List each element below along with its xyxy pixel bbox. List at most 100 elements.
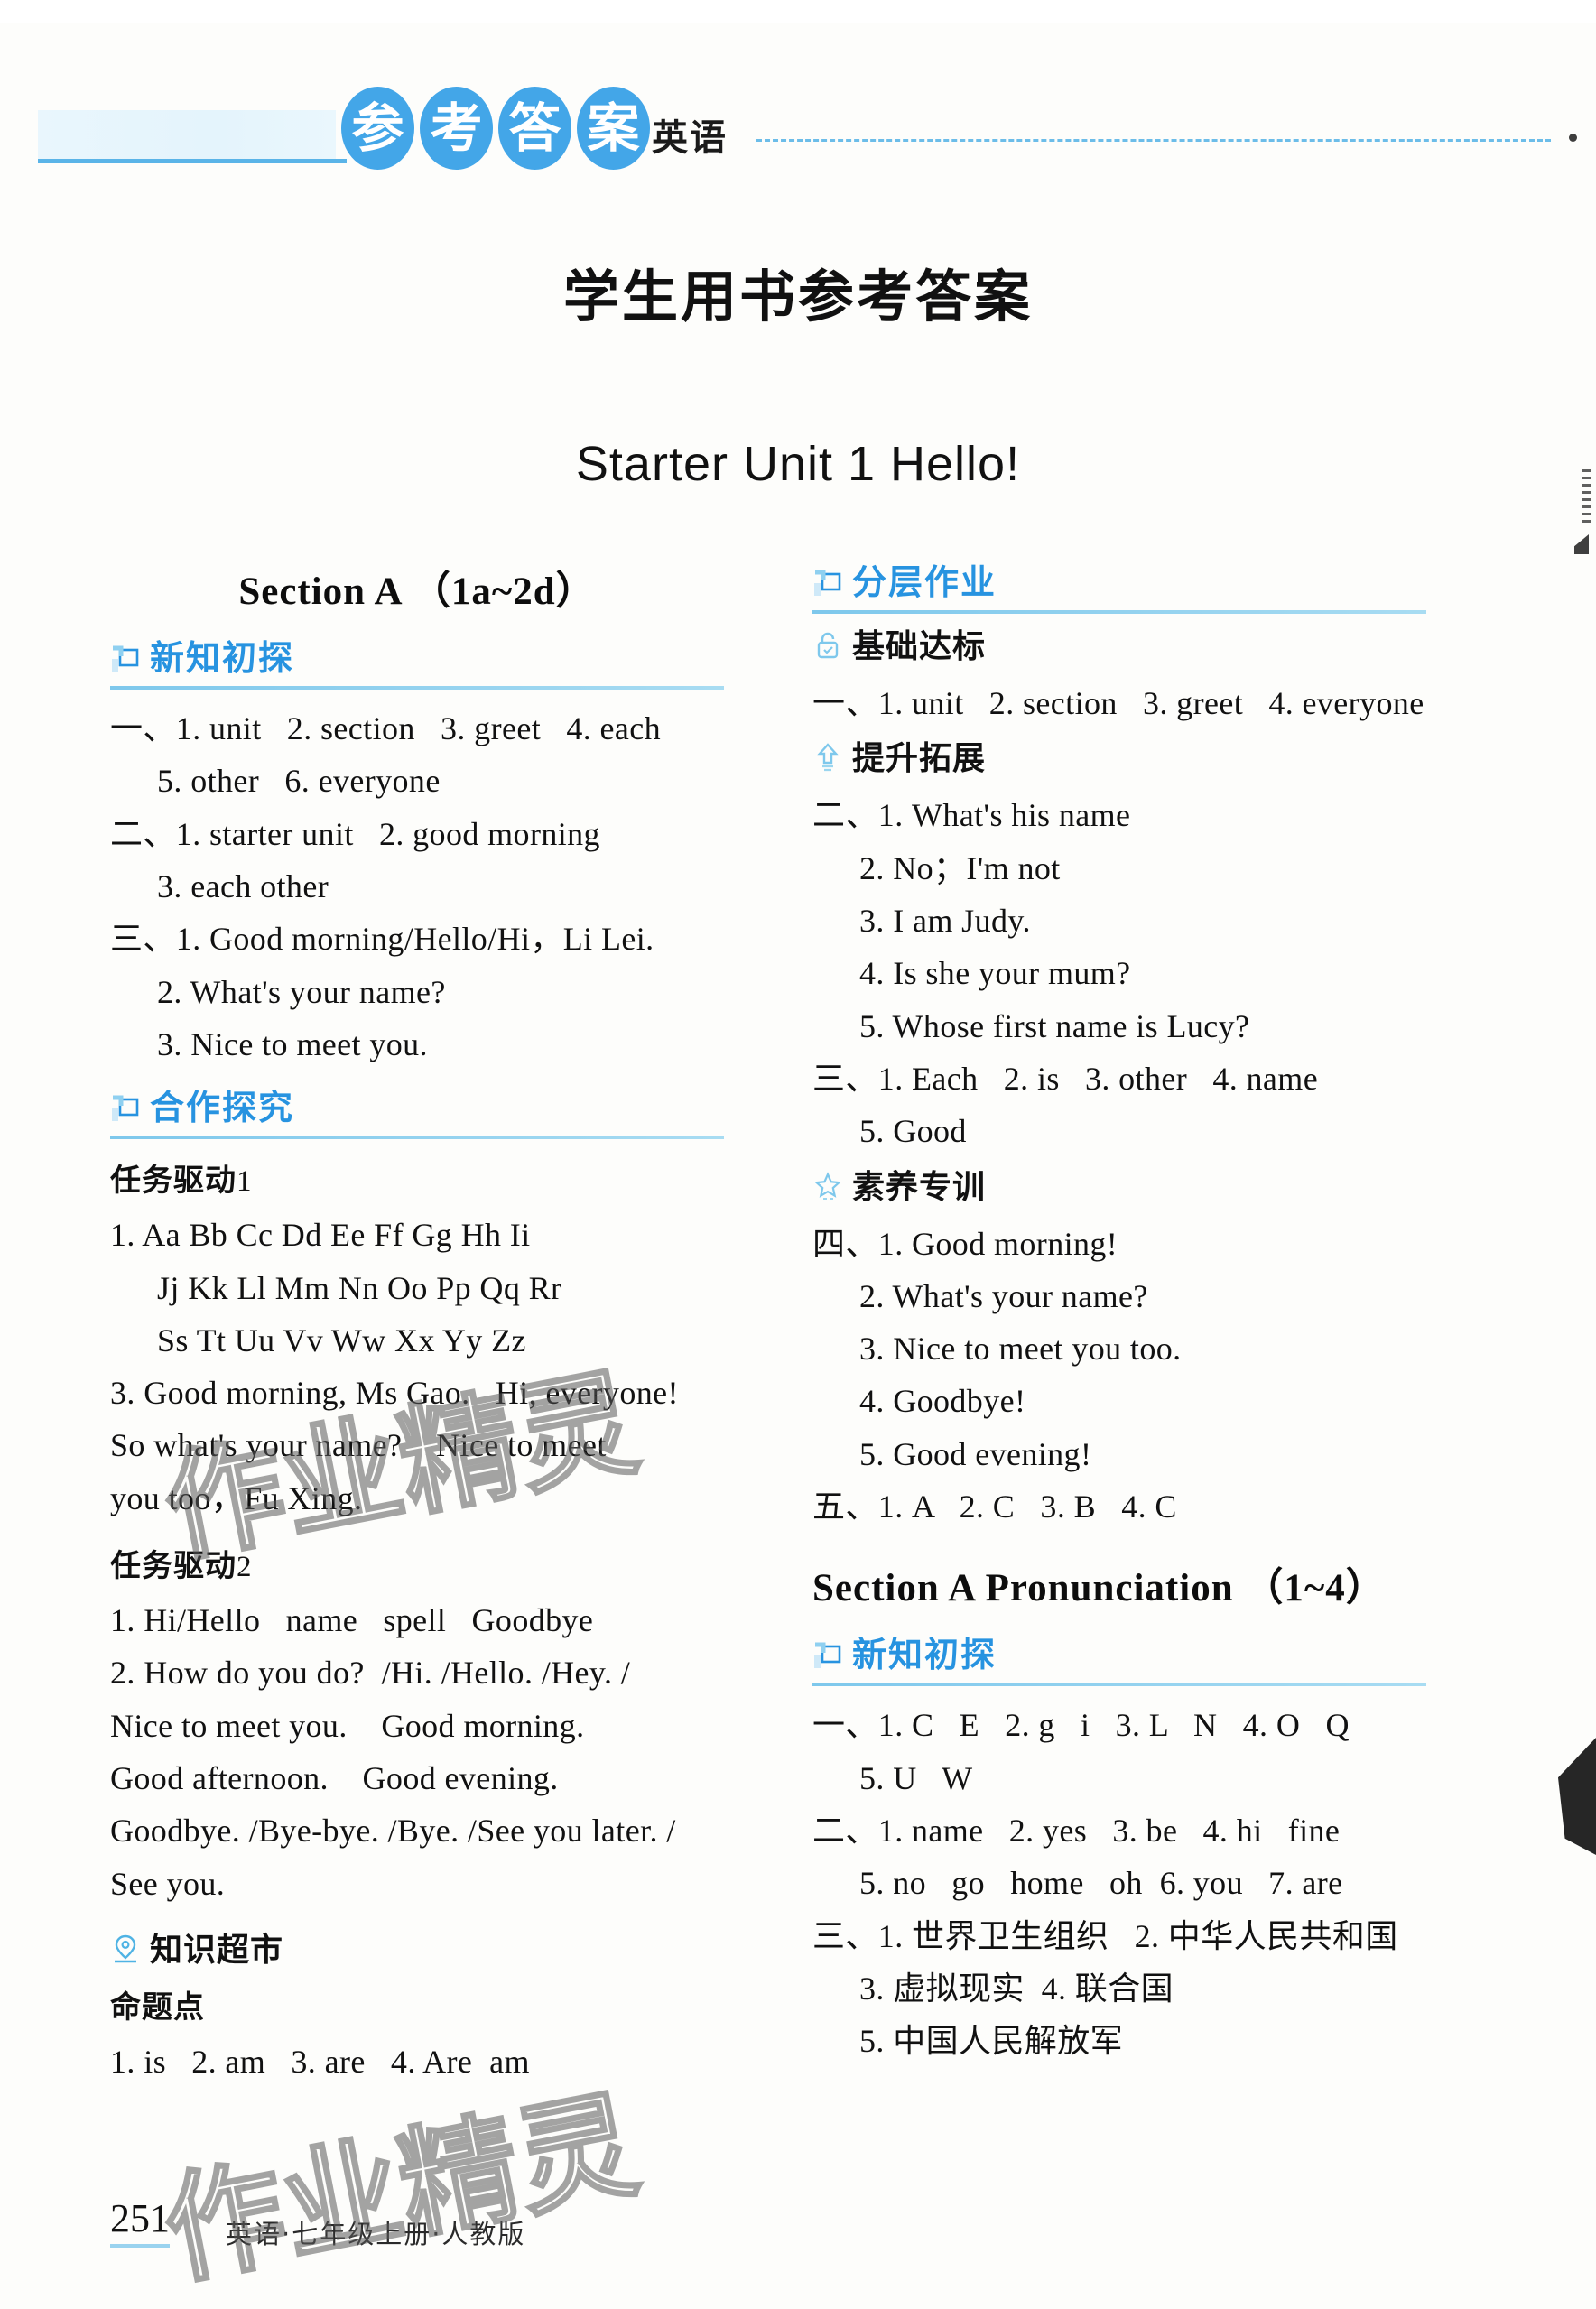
answer-line: 4. Is she your mum? <box>859 955 1131 992</box>
page-number-rule <box>110 2244 170 2248</box>
banner-underline <box>110 1136 724 1140</box>
answer-line: 1. is 2. am 3. are 4. Are am <box>110 2043 530 2080</box>
masthead-gradient-bar <box>38 110 336 159</box>
answer-line: 5. Good evening! <box>859 1435 1092 1472</box>
answer-line: So what's your name? Nice to meet <box>110 1427 607 1464</box>
answer-line: 5. 中国人民解放军 <box>859 2023 1124 2060</box>
banner-tiered-homework: 分层作业 <box>812 560 1426 614</box>
answer-line: 三、1. 世界卫生组织 2. 中华人民共和国 <box>812 1917 1398 1954</box>
answer-line: 二、1. starter unit 2. good morning <box>110 815 600 852</box>
right-section-heading: Section A Pronunciation （1~4） <box>812 1567 1386 1610</box>
banner-new-knowledge-2: 新知初探 <box>812 1632 1426 1687</box>
footer-note: 英语·七年级上册·人教版 <box>226 2219 526 2249</box>
answer-line: Goodbye. /Bye-bye. /Bye. /See you later.… <box>110 1813 676 1850</box>
answer-line: 二、1. What's his name <box>812 797 1131 834</box>
banner-label: 新知初探 <box>150 638 295 678</box>
banner-underline <box>110 686 724 690</box>
answer-line: 三、1. Each 2. is 3. other 4. name <box>812 1060 1319 1097</box>
masthead: 参 考 答 案 英语 <box>0 87 1596 213</box>
task-label-2: 任务驱动2 <box>110 1541 724 1585</box>
answer-line: 3. Nice to meet you. <box>157 1025 428 1062</box>
answer-line: 四、1. Good morning! <box>812 1225 1118 1262</box>
answer-line: 三、1. Good morning/Hello/Hi，Li Lei. <box>110 921 654 958</box>
masthead-rule <box>38 159 347 163</box>
task-label-text: 任务驱动 <box>110 1163 237 1200</box>
location-pin-icon <box>112 1933 139 1964</box>
answer-line: 1. Aa Bb Cc Dd Ee Ff Gg Hh Ii <box>110 1217 531 1254</box>
top-margin <box>0 0 1596 23</box>
answer-line: 一、1. unit 2. section 3. greet 4. each <box>110 710 662 746</box>
left-column: Section A （1a~2d） 新知初探 一、1. unit 2. sect… <box>110 560 724 2088</box>
answer-line: 3. Good morning, Ms Gao. Hi, everyone! <box>110 1375 679 1412</box>
answer-line: 3. I am Judy. <box>859 902 1031 939</box>
banner-underline <box>812 1683 1426 1687</box>
banner-label: 合作探究 <box>150 1088 295 1128</box>
banner-underline <box>812 610 1426 614</box>
banner-label: 新知初探 <box>852 1635 998 1675</box>
answer-line: you too，Fu Xing. <box>110 1479 363 1516</box>
answer-line: 5. Good <box>859 1113 967 1150</box>
answer-line: Good afternoon. Good evening. <box>110 1760 559 1796</box>
answer-line: 2. What's your name? <box>859 1277 1148 1314</box>
answer-line: 2. What's your name? <box>157 973 446 1010</box>
answer-line: Jj Kk Ll Mm Nn Oo Pp Qq Rr <box>157 1269 562 1306</box>
page-number: 251 <box>110 2196 170 2240</box>
masthead-dashed-line <box>756 139 1551 142</box>
answer-line: 1. Hi/Hello name spell Goodbye <box>110 1602 594 1639</box>
subhead-knowledge-market: 知识超市 <box>110 1930 724 1975</box>
answer-line: 五、1. A 2. C 3. B 4. C <box>812 1488 1177 1525</box>
task-label-number: 2 <box>237 1551 253 1584</box>
scan-artifact <box>1582 469 1591 524</box>
subhead-label: 提升拓展 <box>852 740 987 778</box>
bubble-char-3: 答 <box>498 87 571 170</box>
subhead-label: 知识超市 <box>150 1931 284 1969</box>
task-label-number: 1 <box>237 1165 253 1199</box>
right-column: 分层作业 基础达标 一、1. unit 2. section 3. greet … <box>812 560 1426 2068</box>
banner-new-knowledge: 新知初探 <box>110 635 724 690</box>
answer-line: 5. other 6. everyone <box>157 763 441 800</box>
masthead-end-dot <box>1569 134 1577 142</box>
bookmark-icon <box>812 569 843 599</box>
left-section-heading: Section A （1a~2d） <box>238 570 596 613</box>
lock-icon <box>814 630 841 661</box>
unit-title: Starter Unit 1 Hello! <box>575 437 1021 491</box>
bubble-char-1: 参 <box>341 87 414 170</box>
answer-line: 3. each other <box>157 867 329 904</box>
scan-artifact <box>1558 1738 1596 1855</box>
answer-key-page: 参 考 答 案 英语 学生用书参考答案 Starter Unit 1 Hello… <box>0 0 1596 2304</box>
banner-label: 分层作业 <box>852 562 998 602</box>
bubble-char-4: 案 <box>577 87 650 170</box>
subhead-label: 基础达标 <box>852 628 987 665</box>
answer-line: 二、1. name 2. yes 3. be 4. hi fine <box>812 1813 1341 1849</box>
bookmark-icon <box>110 644 141 675</box>
up-arrow-icon <box>814 742 841 773</box>
subhead-literacy-training: 素养专训 <box>812 1167 1426 1212</box>
answer-line: 2. No；I'm not <box>859 849 1061 886</box>
star-icon <box>814 1171 841 1201</box>
masthead-bubbles: 参 考 答 案 <box>341 87 650 170</box>
bubble-char-2: 考 <box>420 87 493 170</box>
task-label-1: 任务驱动1 <box>110 1155 724 1200</box>
task-label-text: 任务驱动 <box>110 1548 237 1585</box>
subhead-basic-standard: 基础达标 <box>812 626 1426 672</box>
answer-line: 5. Whose first name is Lucy? <box>859 1007 1250 1044</box>
answer-line: 5. no go home oh 6. you 7. are <box>859 1865 1343 1902</box>
bookmark-icon <box>812 1641 843 1672</box>
answer-line: Ss Tt Uu Vv Ww Xx Yy Zz <box>157 1321 526 1359</box>
banner-cooperative-inquiry: 合作探究 <box>110 1085 724 1140</box>
subhead-label: 素养专训 <box>852 1168 987 1206</box>
scan-artifact <box>1574 534 1589 554</box>
answer-line: 一、1. C E 2. g i 3. L N 4. O Q <box>812 1707 1350 1744</box>
proposition-point-label: 命题点 <box>110 1989 205 2026</box>
subhead-improvement-expansion: 提升拓展 <box>812 738 1426 784</box>
answer-line: Nice to meet you. Good morning. <box>110 1707 585 1744</box>
subject-label: 英语 <box>652 117 728 159</box>
answer-line: 2. How do you do? /Hi. /Hello. /Hey. / <box>110 1655 631 1692</box>
answer-line: 3. 虚拟现实 4. 联合国 <box>859 1970 1174 2007</box>
bookmark-icon <box>110 1094 141 1125</box>
answer-line: 5. U W <box>859 1759 973 1796</box>
answer-line: 一、1. unit 2. section 3. greet 4. everyon… <box>812 685 1424 721</box>
page-title: 学生用书参考答案 <box>562 264 1033 329</box>
answer-line: See you. <box>110 1865 226 1902</box>
answer-line: 4. Goodbye! <box>859 1383 1026 1420</box>
